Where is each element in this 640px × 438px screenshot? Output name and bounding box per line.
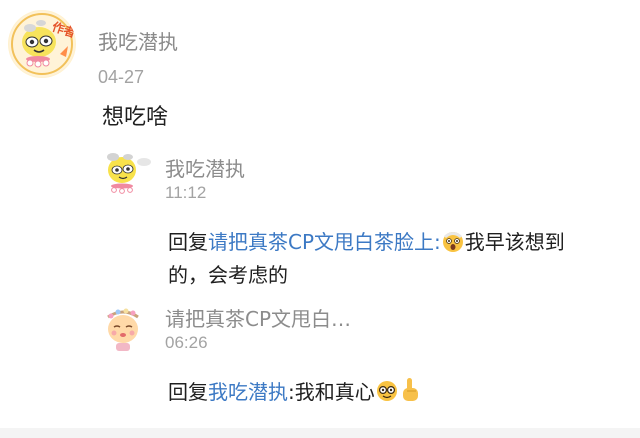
reply-text: 回复请把真茶CP文甩白茶脸上: 我早该想到的，会考虑的 xyxy=(168,228,565,290)
reply-time: 06:26 xyxy=(165,333,208,352)
nerd-face-icon xyxy=(375,379,399,411)
cartoon-girl-avatar-icon xyxy=(107,308,139,351)
comment-date: 04-27 xyxy=(98,67,145,87)
section-divider xyxy=(0,428,640,438)
author-avatar[interactable]: 作者 xyxy=(8,10,76,78)
reply-target-link[interactable]: 请把真茶CP文甩白茶脸上: xyxy=(208,230,441,254)
reply-time: 11:12 xyxy=(165,183,207,202)
author-name[interactable]: 我吃潜执 xyxy=(98,26,178,55)
reply-avatar[interactable] xyxy=(100,303,152,353)
reply-text-line2: 的，会考虑的 xyxy=(168,263,288,287)
small-chick-avatar-icon xyxy=(107,153,151,194)
reply-avatar[interactable] xyxy=(98,150,154,200)
reply-target-link[interactable]: 我吃潜执 xyxy=(208,380,288,404)
reply-text: 回复我吃潜执:我和真心 xyxy=(168,377,421,411)
reply-author-name[interactable]: 请把真茶CP文甩白… xyxy=(165,303,351,332)
reply-author-name[interactable]: 我吃潜执 xyxy=(165,153,245,182)
shocked-face-icon xyxy=(441,229,465,261)
reply-prefix: 回复 xyxy=(168,230,208,254)
reply-text-line1: 我早该想到 xyxy=(464,230,565,254)
reply-prefix: 回复 xyxy=(168,380,208,404)
reply-text-body: :我和真心 xyxy=(288,380,375,404)
pointing-up-hand-icon xyxy=(399,377,421,411)
comment-text: 想吃啥 xyxy=(102,105,169,130)
